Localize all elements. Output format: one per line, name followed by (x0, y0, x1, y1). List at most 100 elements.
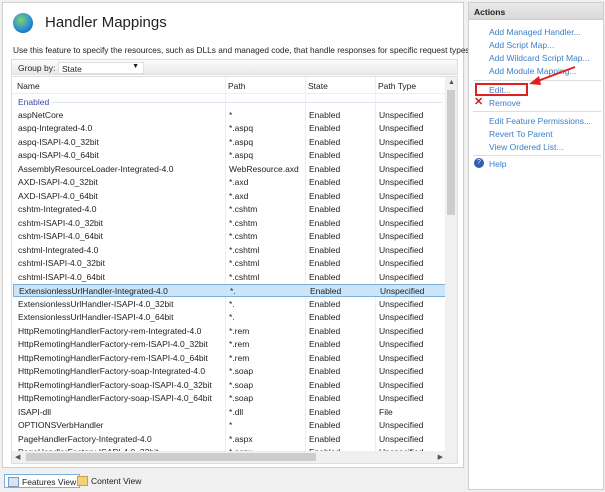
cell-name: ExtensionlessUrlHandler-ISAPI-4.0_32bit (18, 298, 174, 309)
handler-table: Name Path State Path Type Enabled aspNet… (11, 76, 458, 464)
table-row[interactable]: cshtm-Integrated-4.0 *.cshtm Enabled Unspec… (13, 203, 446, 217)
table-row[interactable]: aspNetCore * Enabled Unspecified (13, 108, 446, 122)
cell-state: Enabled (309, 298, 341, 309)
cell-path-type: Unspecified (379, 339, 424, 349)
globe-icon (13, 13, 33, 33)
cell-name: AssemblyResourceLoader-Integrated-4.0 (18, 163, 174, 174)
group-by-bar: Group by: State ▼ (11, 59, 458, 75)
add-wildcard-script-map-link[interactable]: Add Wildcard Script Map... (489, 53, 590, 63)
add-managed-handler-link[interactable]: Add Managed Handler... (489, 27, 581, 37)
table-row[interactable]: PageHandlerFactory-Integrated-4.0 *.aspx E… (13, 432, 446, 446)
table-row[interactable]: AssemblyResourceLoader-Integrated-4.0 Web… (13, 162, 446, 176)
group-by-label: Group by: (18, 63, 56, 73)
group-divider (52, 102, 442, 103)
cell-path: *. (229, 312, 235, 322)
cell-path-type: Unspecified (379, 312, 424, 322)
revert-to-parent-link[interactable]: Revert To Parent (489, 129, 553, 139)
column-header-path-type[interactable]: Path Type (378, 81, 416, 91)
cell-state: Enabled (309, 393, 341, 403)
cell-path-type: Unspecified (379, 123, 424, 133)
scroll-right-icon[interactable]: ▶ (438, 453, 443, 461)
cell-path: *.axd (229, 190, 249, 201)
table-row[interactable]: cshtm-ISAPI-4.0_64bit *.cshtm Enabled Unspe… (13, 230, 446, 244)
cell-name: aspNetCore (18, 109, 64, 120)
cell-path-type: Unspecified (379, 379, 424, 390)
cell-state: Enabled (309, 406, 341, 417)
table-row[interactable]: ExtensionlessUrlHandler-Integrated-4.0 *.… (13, 283, 446, 297)
table-row[interactable]: HttpRemotingHandlerFactory-soap-ISAPI-4.… (13, 392, 446, 406)
table-row[interactable]: cshtml-ISAPI-4.0_32bit *.cshtml Enabled Uns… (13, 257, 446, 271)
cell-path-type: Unspecified (379, 325, 424, 336)
scroll-left-icon[interactable]: ◀ (15, 453, 20, 461)
tab-label: Content View (91, 476, 142, 486)
cell-path-type: Unspecified (379, 150, 424, 160)
table-row[interactable]: AXD-ISAPI-4.0_32bit *.axd Enabled Unspecifi… (13, 176, 446, 190)
view-ordered-list-link[interactable]: View Ordered List... (489, 142, 564, 152)
cell-state: Enabled (309, 136, 341, 147)
table-row[interactable]: HttpRemotingHandlerFactory-soap-Integrat… (13, 365, 446, 379)
cell-path: *.aspq (229, 123, 254, 133)
cell-path: *.cshtm (229, 204, 258, 214)
help-link[interactable]: Help (489, 159, 506, 169)
cell-name: aspq-Integrated-4.0 (18, 123, 93, 133)
table-row[interactable]: ExtensionlessUrlHandler-ISAPI-4.0_32bit *… (13, 297, 446, 311)
remove-link[interactable]: Remove (489, 98, 521, 108)
cell-name: HttpRemotingHandlerFactory-soap-ISAPI-4.… (18, 379, 212, 390)
cell-path: *.cshtm (229, 231, 258, 241)
cell-state: Enabled (309, 420, 341, 430)
column-header-state[interactable]: State (308, 81, 328, 91)
cell-path: *.cshtm (229, 217, 258, 228)
cell-path: * (229, 109, 233, 120)
table-row[interactable]: aspq-Integrated-4.0 *.aspq Enabled Unspecif… (13, 122, 446, 136)
cell-path: *.rem (229, 325, 250, 336)
cell-path: *.dll (229, 406, 244, 417)
tab-content-view[interactable]: Content View (74, 474, 144, 488)
cell-state: Enabled (309, 325, 341, 336)
vertical-scrollbar[interactable]: ▲ (445, 77, 457, 452)
add-script-map-link[interactable]: Add Script Map... (489, 40, 554, 50)
table-row[interactable]: HttpRemotingHandlerFactory-rem-ISAPI-4.0… (13, 351, 446, 365)
table-row[interactable]: ExtensionlessUrlHandler-ISAPI-4.0_64bit *… (13, 311, 446, 325)
table-row[interactable]: cshtm-ISAPI-4.0_32bit *.cshtm Enabled Unspe… (13, 216, 446, 230)
cell-state: Enabled (309, 150, 341, 160)
cell-path: *.cshtml (229, 244, 260, 255)
cell-path: *.cshtml (229, 258, 260, 268)
cell-state: Enabled (309, 163, 341, 174)
tab-features-view[interactable]: Features View (4, 474, 81, 488)
cell-name: HttpRemotingHandlerFactory-soap-Integrat… (18, 366, 206, 376)
edit-link[interactable]: Edit... (489, 85, 511, 95)
table-row[interactable]: ISAPI-dll *.dll Enabled File (13, 405, 446, 419)
column-header-path[interactable]: Path (228, 81, 246, 91)
cell-path: *.soap (229, 379, 254, 390)
table-row[interactable]: aspq-ISAPI-4.0_32bit *.aspq Enabled Unspeci… (13, 135, 446, 149)
scroll-thumb[interactable] (26, 453, 316, 461)
table-row[interactable]: HttpRemotingHandlerFactory-rem-Integrate… (13, 324, 446, 338)
cell-state: Enabled (309, 109, 341, 120)
table-row[interactable]: AXD-ISAPI-4.0_64bit *.axd Enabled Unspecifi… (13, 189, 446, 203)
cell-name: cshtml-ISAPI-4.0_32bit (18, 258, 105, 268)
table-row[interactable]: cshtml-Integrated-4.0 *.cshtml Enabled Unsp… (13, 243, 446, 257)
chevron-down-icon: ▼ (132, 63, 139, 70)
cell-path-type: Unspecified (379, 271, 424, 282)
remove-icon: ✕ (474, 96, 484, 108)
edit-feature-permissions-link[interactable]: Edit Feature Permissions... (489, 116, 591, 126)
scroll-up-icon[interactable]: ▲ (448, 79, 455, 86)
cell-name: AXD-ISAPI-4.0_32bit (18, 177, 98, 187)
group-by-select[interactable]: State ▼ (58, 62, 144, 74)
horizontal-scrollbar[interactable]: ◀ ▶ (12, 451, 457, 463)
scroll-thumb[interactable] (447, 90, 455, 215)
cell-name: cshtm-Integrated-4.0 (18, 204, 97, 214)
table-row[interactable]: HttpRemotingHandlerFactory-rem-ISAPI-4.0… (13, 338, 446, 352)
table-row[interactable]: aspq-ISAPI-4.0_64bit *.aspq Enabled Unspeci… (13, 149, 446, 163)
actions-title: Actions (469, 3, 603, 20)
cell-path: *. (230, 286, 236, 296)
cell-state: Enabled (309, 123, 341, 133)
cell-name: ISAPI-dll (18, 406, 52, 417)
table-row[interactable]: cshtml-ISAPI-4.0_64bit *.cshtml Enabled Uns… (13, 270, 446, 284)
table-row[interactable]: OPTIONSVerbHandler * Enabled Unspecified (13, 419, 446, 433)
table-row[interactable]: HttpRemotingHandlerFactory-soap-ISAPI-4.… (13, 378, 446, 392)
cell-state: Enabled (309, 352, 341, 363)
group-header[interactable]: Enabled (18, 97, 49, 107)
column-header-name[interactable]: Name (17, 81, 40, 91)
divider (473, 111, 601, 112)
